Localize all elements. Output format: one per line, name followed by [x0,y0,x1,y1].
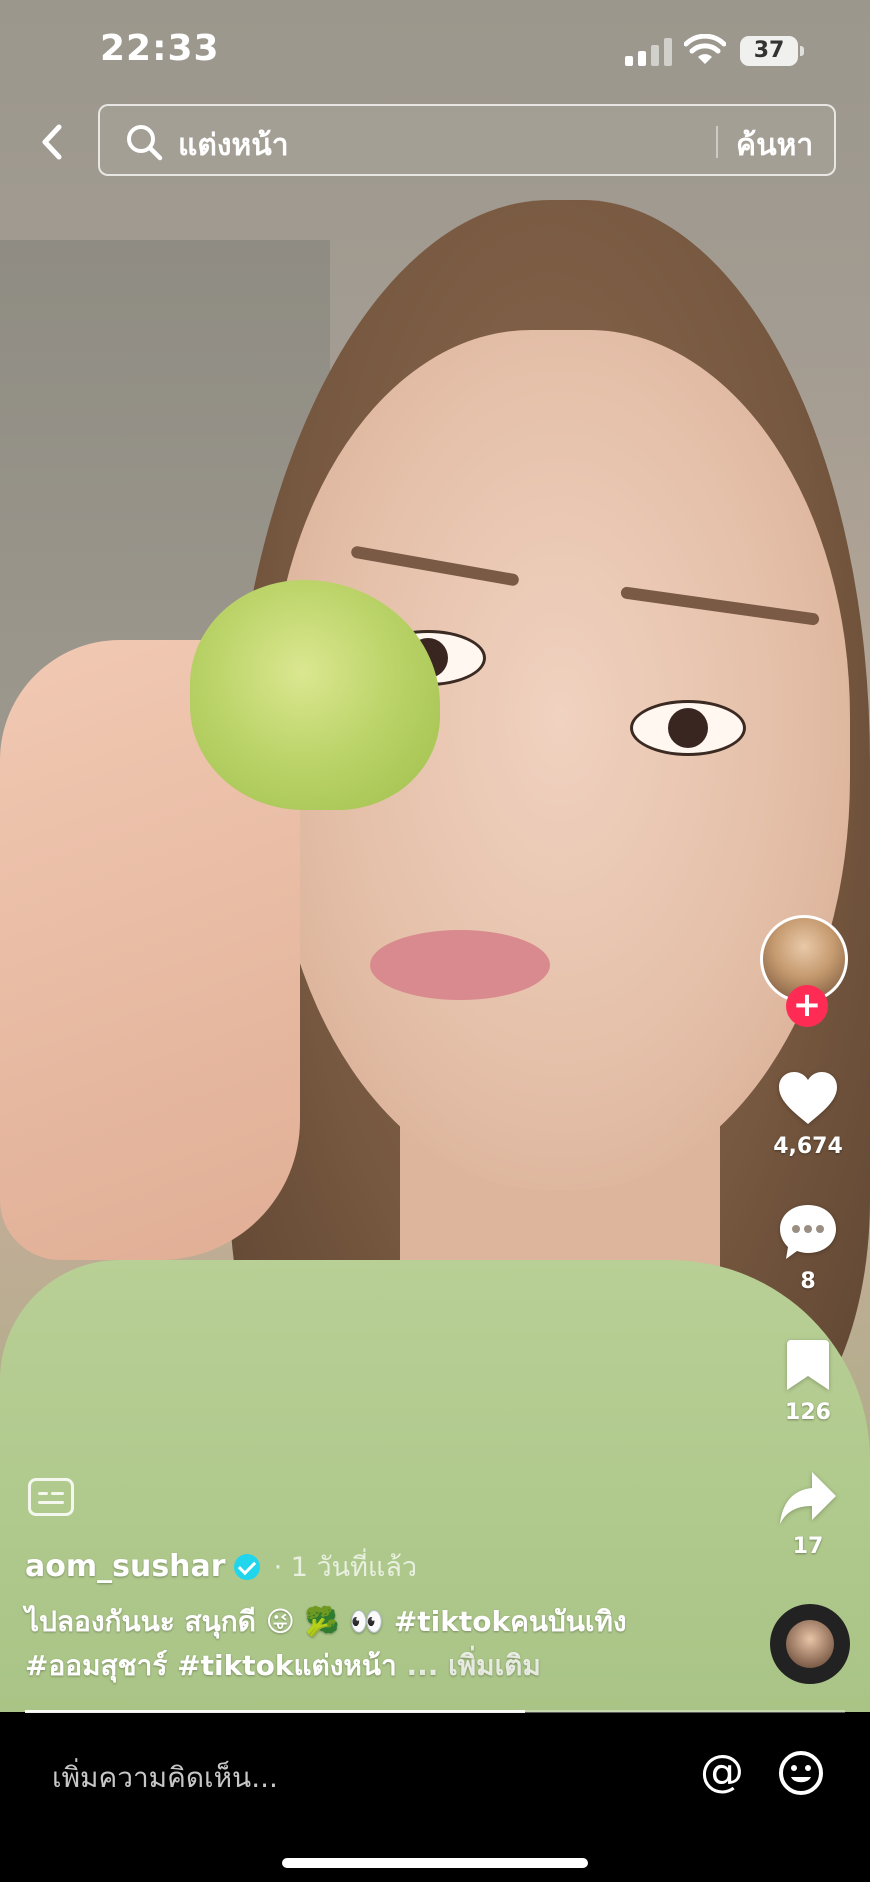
battery-icon: 37 [740,36,804,66]
chevron-left-icon [42,124,62,160]
heart-icon [779,1072,837,1124]
wifi-icon [683,33,727,70]
music-disc-cover [786,1620,834,1668]
video-caption: ไปลองกันนะ สนุกดี 😜 🥦 👀 #tiktokคนบันเทิง… [25,1600,745,1688]
video-person-eye [630,700,746,756]
bookmark-icon [787,1340,829,1390]
like-count: 4,674 [773,1134,843,1159]
creator-avatar[interactable]: + [760,915,854,1027]
author-row: aom_sushar · 1 วันที่แล้ว [25,1545,417,1588]
caption-text: ไปลองกันนะ สนุกดี 😜 🥦 👀 [25,1605,394,1638]
mention-button[interactable]: @ [700,1750,744,1794]
see-more-link[interactable]: ... เพิ่มเติม [406,1649,540,1682]
verified-badge-icon [233,1553,260,1580]
video-progress-bar[interactable] [25,1710,845,1713]
share-count: 17 [792,1534,824,1559]
captions-icon[interactable] [28,1478,74,1516]
search-divider [716,126,718,158]
like-button[interactable]: 4,674 [765,1070,851,1159]
comment-input[interactable]: เพิ่มความคิดเห็น... [52,1756,278,1800]
hashtag-link[interactable]: #ออมสุชาร์ [25,1649,167,1682]
status-time: 22:33 [100,28,220,69]
cellular-signal-icon [625,38,673,66]
video-person-lips [370,930,550,1000]
hashtag-link[interactable]: #tiktokแต่งหน้า [177,1649,397,1682]
music-disc[interactable] [770,1604,850,1684]
emoji-icon[interactable] [778,1750,824,1800]
share-button[interactable]: 17 [765,1470,851,1559]
post-date: · 1 วันที่แล้ว [273,1552,418,1583]
search-input[interactable]: แต่งหน้า [178,122,289,169]
back-button[interactable] [22,112,82,172]
save-button[interactable]: 126 [765,1338,851,1425]
search-button[interactable]: ค้นหา [736,122,813,169]
search-icon [124,122,164,166]
comment-button[interactable]: 8 [765,1203,851,1294]
comment-count: 8 [800,1269,816,1294]
follow-button[interactable]: + [786,985,828,1027]
comment-bar: เพิ่มความคิดเห็น... @ [0,1714,870,1882]
save-count: 126 [785,1400,831,1425]
home-indicator [282,1858,588,1868]
username-link[interactable]: aom_sushar [25,1549,226,1584]
search-bar[interactable]: แต่งหน้า ค้นหา [98,104,836,176]
video-progress-fill [25,1710,526,1713]
comment-bubble-icon [780,1205,836,1259]
share-arrow-icon [780,1472,836,1524]
hashtag-link[interactable]: #tiktokคนบันเทิง [394,1605,627,1638]
video-player[interactable] [0,0,870,1712]
status-bar: 22:33 37 [0,0,870,100]
